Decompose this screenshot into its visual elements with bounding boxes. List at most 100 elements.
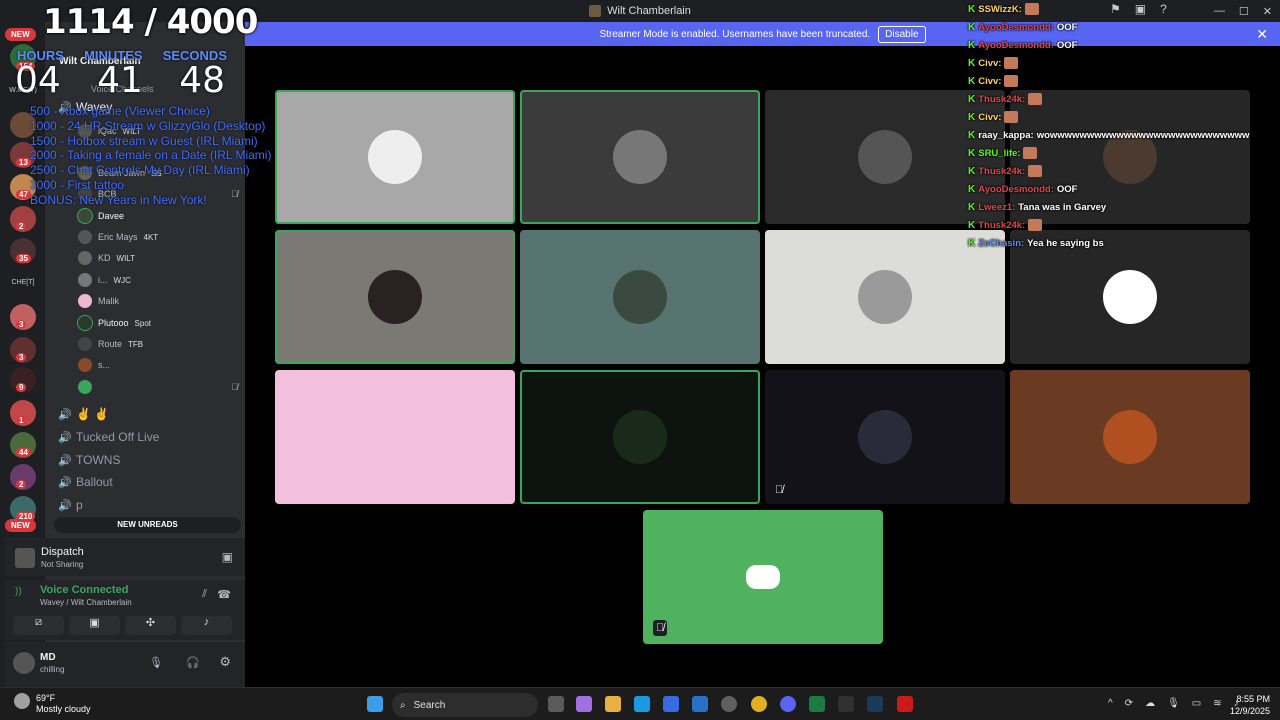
store-icon[interactable] xyxy=(663,696,679,712)
soundboard-button[interactable]: ♪ xyxy=(181,616,232,635)
voice-location[interactable]: Wavey / Wilt Chamberlain xyxy=(40,598,132,607)
participant-tile[interactable] xyxy=(1010,370,1250,504)
participant-tile[interactable] xyxy=(275,90,515,224)
sync-icon[interactable]: ⟳ xyxy=(1125,698,1133,709)
participant-tile[interactable]: 🎙̸ xyxy=(765,370,1005,504)
participant-tile[interactable] xyxy=(275,230,515,364)
new-pill-bottom[interactable]: NEW xyxy=(5,519,36,532)
voice-channel[interactable]: 🔊 p xyxy=(58,498,83,512)
excel-icon[interactable] xyxy=(809,696,825,712)
camera-button[interactable]: ⧄ xyxy=(13,616,64,635)
unread-badge: 13 xyxy=(16,158,31,167)
microphone-icon[interactable]: 🎙 xyxy=(149,656,163,669)
windows-start-icon[interactable] xyxy=(367,696,383,712)
channel-name: TOWNS xyxy=(76,453,121,467)
voice-member[interactable]: Davee xyxy=(78,207,238,225)
edge-icon[interactable] xyxy=(634,696,650,712)
voice-member[interactable]: Route TFB xyxy=(78,335,238,353)
screen-share-icon[interactable]: ▣ xyxy=(222,550,233,564)
acrobat-icon[interactable] xyxy=(897,696,913,712)
voice-member[interactable]: Plutooo Spot xyxy=(78,314,238,332)
app-icon[interactable] xyxy=(721,696,737,712)
wifi-icon[interactable]: ≋ xyxy=(1213,698,1221,709)
copilot-icon[interactable] xyxy=(576,696,592,712)
task-view-icon[interactable] xyxy=(548,696,564,712)
avatar xyxy=(78,209,92,223)
chevron-up-icon[interactable]: ^ xyxy=(1108,698,1113,709)
search-label: Search xyxy=(413,699,446,711)
voice-channel[interactable]: 🔊 Tucked Off Live xyxy=(58,430,159,444)
camera-off-icon: ⧄ xyxy=(35,616,42,628)
window-title-text: Wilt Chamberlain xyxy=(607,5,691,17)
voice-member-self[interactable]: 🎙̸ xyxy=(78,378,238,396)
close-window-icon[interactable]: ✕ xyxy=(1263,5,1272,18)
user-avatar[interactable] xyxy=(13,652,35,674)
participant-avatar xyxy=(1103,270,1157,324)
channel-name: ✌️ ✌️ xyxy=(76,407,110,421)
unread-badge: 47 xyxy=(16,190,31,199)
disconnect-icon[interactable]: ☎ xyxy=(217,588,231,601)
user-name[interactable]: MD xyxy=(40,652,56,663)
speaker-icon: 🔊 xyxy=(58,477,72,489)
member-name: Malik xyxy=(98,296,120,306)
new-unreads-pill[interactable]: NEW UNREADS xyxy=(54,517,241,533)
voice-channel[interactable]: 🔊 ✌️ ✌️ xyxy=(58,407,109,421)
chrome-icon[interactable] xyxy=(751,696,767,712)
speaker-icon: 🔊 xyxy=(58,409,72,421)
participant-tile[interactable] xyxy=(520,90,760,224)
mic-tray-icon[interactable]: 🎙 xyxy=(1167,698,1180,709)
minutes-value: 41 xyxy=(97,60,143,101)
activities-button[interactable]: ✣ xyxy=(125,616,176,635)
app-icon[interactable] xyxy=(838,696,854,712)
inbox-icon[interactable]: ⚑ xyxy=(1110,2,1121,16)
participant-avatar xyxy=(858,130,912,184)
voice-connection-panel: )) Voice Connected Wavey / Wilt Chamberl… xyxy=(5,580,245,640)
voice-member[interactable]: s... xyxy=(78,356,238,374)
participant-tile[interactable] xyxy=(520,230,760,364)
voice-channel[interactable]: 🔊 Ballout xyxy=(58,475,113,489)
cloud-icon[interactable]: ☁ xyxy=(1145,698,1155,709)
dispatch-avatar xyxy=(15,548,35,568)
weather-widget[interactable]: 69°F Mostly cloudy xyxy=(14,693,91,715)
minimize-icon[interactable]: — xyxy=(1214,5,1225,17)
avatar xyxy=(78,230,92,244)
headphones-icon[interactable]: 🎧 xyxy=(186,656,200,669)
disable-streamer-button[interactable]: Disable xyxy=(878,25,926,43)
maximize-icon[interactable]: ☐ xyxy=(1239,5,1249,18)
display-icon[interactable]: ▭ xyxy=(1192,698,1201,709)
taskbar-search[interactable]: ⌕ Search xyxy=(392,693,538,717)
settings-icon[interactable]: ⚙ xyxy=(219,654,231,670)
file-explorer-icon[interactable] xyxy=(605,696,621,712)
speaker-icon: 🔊 xyxy=(58,455,72,467)
voice-status[interactable]: Voice Connected xyxy=(40,584,128,596)
signal-icon: )) xyxy=(15,586,22,597)
voice-member[interactable]: Malik xyxy=(78,292,238,310)
close-icon[interactable]: ✕ xyxy=(1256,26,1268,43)
participant-tile[interactable] xyxy=(275,370,515,504)
voice-channel[interactable]: 🔊 TOWNS xyxy=(58,453,120,467)
participant-tile[interactable] xyxy=(765,90,1005,224)
help-icon[interactable]: ? xyxy=(1160,2,1167,16)
dispatch-panel[interactable]: Dispatch Not Sharing ▣ xyxy=(5,538,245,576)
voice-member[interactable]: i... WJC xyxy=(78,271,238,289)
noise-suppression-icon[interactable]: ⫽ xyxy=(202,588,207,601)
participant-tile[interactable] xyxy=(520,370,760,504)
goal-list: 500 - Xbox game (Viewer Choice) 1000 - 2… xyxy=(30,104,271,208)
participant-tile[interactable] xyxy=(1010,230,1250,364)
discord-taskbar-icon[interactable] xyxy=(780,696,796,712)
participant-tile[interactable] xyxy=(1010,90,1250,224)
participant-tile-self[interactable]: 🎙̸ xyxy=(643,510,883,644)
steam-icon[interactable] xyxy=(867,696,883,712)
mail-icon[interactable] xyxy=(692,696,708,712)
screen-icon[interactable]: ▣ xyxy=(1135,2,1146,16)
new-pill-top[interactable]: NEW xyxy=(5,28,36,41)
member-tag: WILT xyxy=(116,253,136,263)
screen-share-button[interactable]: ▣ xyxy=(69,616,120,635)
server-icon-text[interactable]: CHE[T] xyxy=(6,279,40,286)
taskbar-clock[interactable]: 8:55 PM 12/9/2025 xyxy=(1230,693,1270,717)
channel-name: Tucked Off Live xyxy=(76,430,160,444)
server-avatar xyxy=(589,5,602,17)
voice-member[interactable]: Eric Mays 4KT xyxy=(78,228,238,246)
voice-member[interactable]: KD WILT xyxy=(78,249,238,267)
participant-tile[interactable] xyxy=(765,230,1005,364)
